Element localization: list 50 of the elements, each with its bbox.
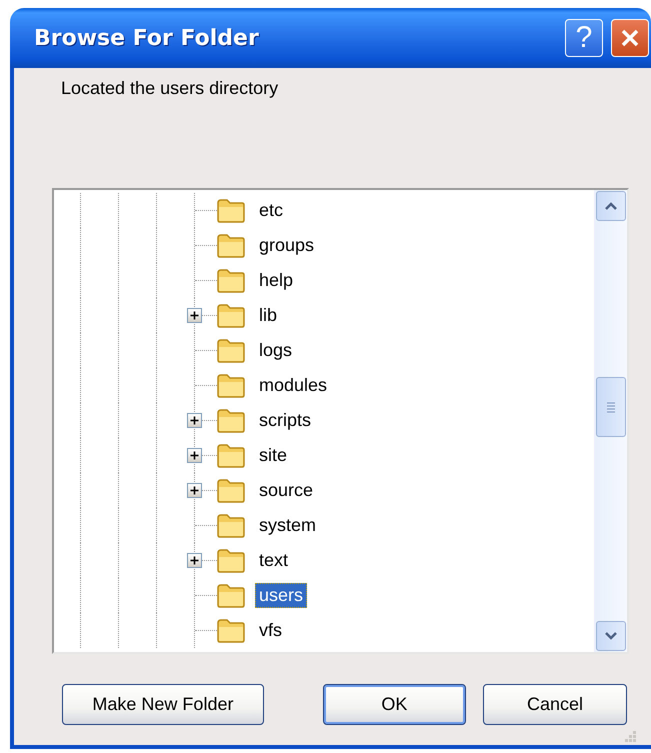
new-folder-button[interactable]: Make New Folder [62,684,264,725]
plus-icon [188,554,201,567]
folder-label[interactable]: vfs [255,618,286,643]
expand-button[interactable] [187,413,202,428]
caret-down-icon [604,631,618,641]
folder-icon [216,268,246,294]
expand-button[interactable] [187,483,202,498]
folder-label[interactable]: help [255,268,298,293]
folder-icon [216,408,246,434]
folder-label[interactable]: modules [255,373,332,398]
expand-button[interactable] [187,448,202,463]
plus-icon [188,449,201,462]
folder-icon [216,582,246,608]
folder-icon [216,618,246,644]
folder-label[interactable]: etc [255,198,288,223]
folder-label[interactable]: lib [255,303,282,328]
scrollbar[interactable] [594,190,627,652]
folder-icon [216,512,246,538]
instruction-text: Located the users directory [61,77,280,100]
caret-up-icon [604,201,618,211]
folder-label[interactable]: site [255,443,292,468]
ok-button[interactable]: OK [322,684,466,725]
folder-label[interactable]: groups [255,233,318,258]
plus-icon [188,414,201,427]
expand-button[interactable] [187,308,202,323]
folder-label[interactable]: logs [255,338,296,363]
folder-icon [216,372,246,398]
cancel-button[interactable]: Cancel [482,684,627,725]
expand-button[interactable] [187,553,202,568]
folder-icon [216,478,246,504]
folder-icon [216,198,246,224]
plus-icon [188,309,201,322]
scroll-up-button[interactable] [596,191,626,221]
folder-icon [216,232,246,258]
folder-icon [216,548,246,574]
folder-label[interactable]: source [255,478,318,503]
folder-label[interactable]: system [255,513,320,538]
scroll-down-button[interactable] [596,621,626,651]
folder-icon [216,442,246,468]
resize-grip-icon[interactable] [623,729,637,743]
folder-label[interactable]: scripts [255,408,316,433]
folder-icon [216,338,246,364]
folder-label[interactable]: text [255,548,292,573]
close-button[interactable] [611,19,649,57]
grip-lines-icon [606,401,616,413]
folder-icon [216,302,246,328]
folder-label[interactable]: users [255,583,308,608]
plus-icon [188,484,201,497]
window-title: Browse For Folder [34,26,260,50]
scroll-thumb[interactable] [596,377,626,437]
